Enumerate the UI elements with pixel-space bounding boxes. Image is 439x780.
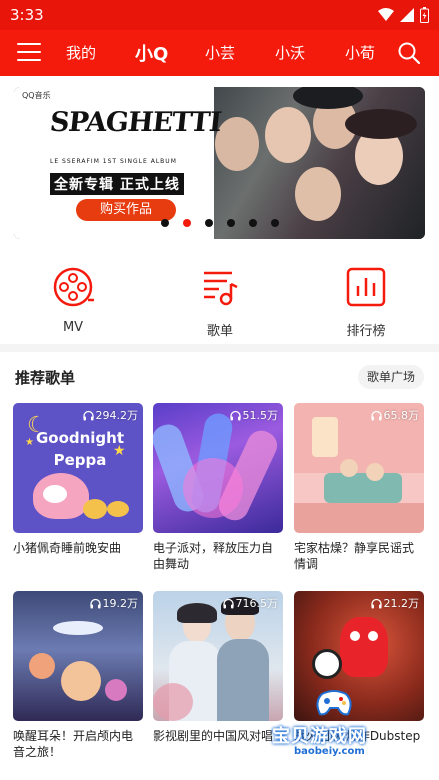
- carousel-dot[interactable]: [248, 219, 257, 227]
- quick-label-playlist: 歌单: [206, 324, 233, 339]
- playlist-card[interactable]: 51.5万 电子派对，释放压力自由舞动: [153, 403, 283, 572]
- wifi-icon: [378, 8, 394, 21]
- tab-xiaoxun[interactable]: 小荀: [345, 42, 375, 63]
- film-reel-icon: [53, 267, 94, 307]
- section-title: 推荐歌单: [15, 369, 76, 387]
- section-divider: [0, 344, 439, 352]
- carousel-dot-active[interactable]: [182, 219, 191, 227]
- banner-text-area: QQ音乐 SPAGHETTI LE SSERAFIM 1ST SINGLE AL…: [14, 87, 222, 239]
- album-title: SPAGHETTI: [48, 107, 223, 138]
- tab-xiaowo[interactable]: 小沃: [275, 42, 305, 63]
- playlist-card[interactable]: 19.2万 唤醒耳朵！开启颅内电音之旅！: [13, 591, 143, 760]
- buy-album-button[interactable]: 购买作品: [76, 199, 176, 221]
- tab-xiaoq[interactable]: 小Q: [135, 40, 168, 66]
- quick-label-chart: 排行榜: [346, 324, 386, 339]
- signal-icon: [400, 8, 414, 22]
- top-nav-bar: 我的 小Q 小芸 小沃 小荀: [0, 30, 439, 76]
- gamepad-icon: [316, 690, 352, 716]
- carousel-dot[interactable]: [204, 219, 213, 227]
- album-subtitle: LE SSERAFIM 1ST SINGLE ALBUM: [50, 158, 177, 165]
- tab-xiaoyun[interactable]: 小芸: [205, 42, 235, 63]
- play-count: 65.8万: [370, 407, 419, 423]
- play-count: 21.2万: [370, 595, 419, 611]
- cover-text: Goodnight Peppa: [35, 429, 125, 469]
- play-count: 19.2万: [89, 595, 138, 611]
- watermark-url: baobeiy.com: [294, 746, 365, 757]
- headphone-icon: [82, 410, 94, 420]
- carousel-dot[interactable]: [160, 219, 169, 227]
- playlist-cover: 65.8万: [294, 403, 424, 533]
- playlist-title: 宅家枯燥？静享民谣式情调: [294, 541, 415, 571]
- chart-icon: [346, 267, 386, 307]
- status-icons: [378, 7, 429, 23]
- play-count: 51.5万: [229, 407, 278, 423]
- playlist-title: 唤醒耳朵！开启颅内电音之旅！: [13, 729, 134, 759]
- playlist-card[interactable]: 65.8万 宅家枯燥？静享民谣式情调: [294, 403, 424, 572]
- playlist-square-button[interactable]: 歌单广场: [357, 365, 424, 389]
- headphone-icon: [222, 598, 234, 608]
- banner-carousel[interactable]: QQ音乐 SPAGHETTI LE SSERAFIM 1ST SINGLE AL…: [14, 87, 425, 239]
- playlist-title: 电子派对，释放压力自由舞动: [153, 541, 274, 571]
- qq-music-logo: QQ音乐: [22, 91, 51, 100]
- playlist-cover: 19.2万: [13, 591, 143, 721]
- quick-entry-mv[interactable]: MV: [43, 266, 103, 335]
- headphone-icon: [229, 410, 241, 420]
- menu-icon[interactable]: [17, 43, 41, 63]
- playlist-card[interactable]: ☾ ★ ★ Goodnight Peppa 294.2万 小猪佩奇睡前晚安曲: [13, 403, 143, 572]
- status-time: 3:33: [10, 6, 44, 24]
- headphone-icon: [370, 410, 382, 420]
- status-bar: 3:33: [0, 0, 439, 30]
- headphone-icon: [89, 598, 101, 608]
- banner-photo: [195, 87, 425, 239]
- headphone-icon: [370, 598, 382, 608]
- tab-mine[interactable]: 我的: [66, 42, 96, 63]
- quick-label-mv: MV: [62, 320, 84, 335]
- carousel-dot[interactable]: [226, 219, 235, 227]
- battery-icon: [420, 7, 429, 23]
- playlist-cover: 51.5万: [153, 403, 283, 533]
- quick-entry-chart[interactable]: 排行榜: [336, 266, 396, 339]
- search-icon[interactable]: [397, 41, 421, 65]
- carousel-dots: [14, 219, 425, 227]
- play-count: 294.2万: [82, 407, 138, 423]
- quick-entry-playlist[interactable]: 歌单: [190, 266, 250, 339]
- playlist-icon: [204, 271, 238, 306]
- carousel-dot[interactable]: [270, 219, 279, 227]
- playlist-title: 小猪佩奇睡前晚安曲: [13, 541, 122, 555]
- watermark-text: 宝贝游戏网: [272, 726, 367, 747]
- album-slogan: 全新专辑 正式上线: [50, 173, 184, 195]
- watermark: 宝贝游戏网 baobeiy.com: [258, 688, 408, 760]
- playlist-cover: ☾ ★ ★ Goodnight Peppa 294.2万: [13, 403, 143, 533]
- play-count: 716.5万: [222, 595, 278, 611]
